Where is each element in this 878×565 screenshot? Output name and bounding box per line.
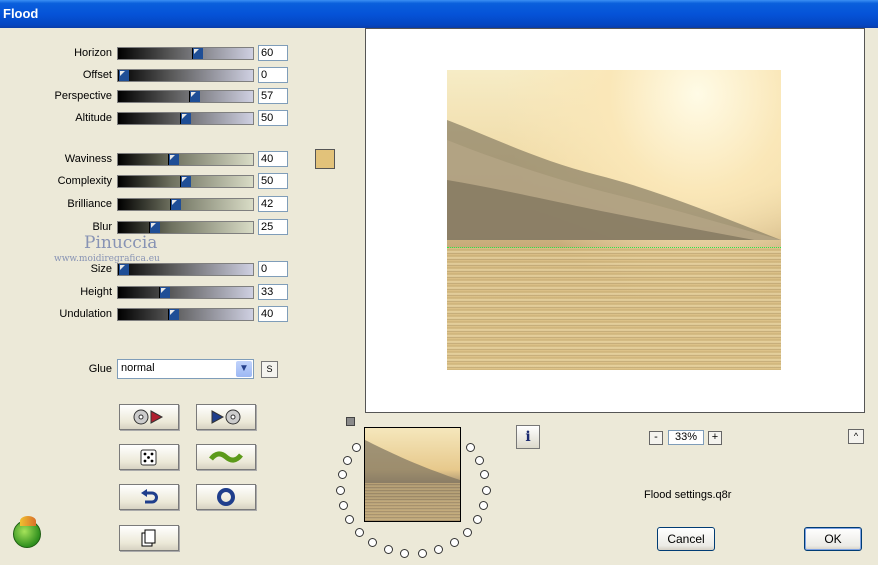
settings-filename: Flood settings.q8r — [644, 489, 732, 501]
horizon-guide[interactable] — [447, 247, 781, 248]
blur-slider-thumb[interactable] — [149, 222, 160, 233]
preset-slot[interactable] — [449, 537, 459, 547]
preset-slot[interactable] — [338, 501, 348, 511]
perspective-value-input[interactable]: 57 — [258, 88, 288, 104]
copy-button[interactable] — [119, 525, 179, 551]
chevron-down-icon[interactable]: ▼ — [236, 361, 252, 377]
altitude-slider[interactable] — [117, 112, 254, 125]
randomize-button[interactable] — [119, 444, 179, 470]
watermark-url: www.moidiregrafica.eu — [54, 254, 160, 264]
cancel-button[interactable]: Cancel — [657, 527, 715, 551]
complexity-slider-thumb[interactable] — [180, 176, 191, 187]
brilliance-slider[interactable] — [117, 198, 254, 211]
collapse-button[interactable]: ^ — [848, 429, 864, 444]
waviness-label: Waviness — [64, 153, 112, 165]
size-value-input[interactable]: 0 — [258, 261, 288, 277]
altitude-value-input[interactable]: 50 — [258, 110, 288, 126]
blur-label: Blur — [92, 221, 112, 233]
offset-label: Offset — [82, 69, 112, 81]
mountain-shape — [447, 120, 781, 240]
size-slider[interactable] — [117, 263, 254, 276]
offset-value-input[interactable]: 0 — [258, 67, 288, 83]
undulation-slider[interactable] — [117, 308, 254, 321]
preset-slot[interactable] — [368, 537, 378, 547]
undulation-value-input[interactable]: 40 — [258, 306, 288, 322]
preset-slot[interactable] — [336, 485, 346, 495]
height-slider[interactable] — [117, 286, 254, 299]
color-swatch[interactable] — [315, 149, 335, 169]
preset-slot[interactable] — [383, 544, 393, 554]
ok-button[interactable]: OK — [804, 527, 862, 551]
height-slider-thumb[interactable] — [159, 287, 170, 298]
reset-button[interactable] — [119, 484, 179, 510]
brilliance-label: Brilliance — [67, 198, 112, 210]
navigator-handle[interactable] — [346, 417, 355, 426]
waviness-value-input[interactable]: 40 — [258, 151, 288, 167]
title-bar: Flood — [0, 0, 878, 28]
complexity-value-input[interactable]: 50 — [258, 173, 288, 189]
window-title: Flood — [3, 6, 39, 21]
preset-slot[interactable] — [465, 442, 475, 452]
zoom-in-button[interactable]: + — [708, 431, 722, 445]
brilliance-slider-thumb[interactable] — [170, 199, 181, 210]
save-preset-button[interactable] — [196, 404, 256, 430]
offset-slider-thumb[interactable] — [118, 70, 129, 81]
thumbnail-water — [365, 483, 460, 521]
size-label: Size — [90, 263, 112, 275]
brilliance-value-input[interactable]: 42 — [258, 196, 288, 212]
undulation-label: Undulation — [59, 308, 112, 320]
complexity-slider[interactable] — [117, 175, 254, 188]
save-preset-icon — [211, 409, 241, 425]
height-label: Height — [80, 286, 112, 298]
glue-label: Glue — [88, 363, 112, 375]
complexity-label: Complexity — [57, 175, 112, 187]
water-reflection — [447, 248, 781, 370]
watermark-name: Pinuccia — [84, 233, 158, 253]
blur-value-input[interactable]: 25 — [258, 219, 288, 235]
preset-slot[interactable] — [474, 455, 484, 465]
height-value-input[interactable]: 33 — [258, 284, 288, 300]
glue-select[interactable]: normal ▼ — [117, 359, 254, 379]
preset-slot[interactable] — [355, 527, 365, 537]
preview-image[interactable] — [447, 70, 781, 370]
copy-icon — [141, 529, 156, 547]
info-button[interactable]: i — [516, 425, 540, 449]
wave-icon — [209, 451, 243, 463]
waviness-slider-thumb[interactable] — [168, 154, 179, 165]
open-preset-icon — [133, 409, 164, 425]
size-slider-thumb[interactable] — [118, 264, 129, 275]
s-button[interactable]: S — [261, 361, 278, 378]
stop-icon — [217, 488, 235, 506]
horizon-value-input[interactable]: 60 — [258, 45, 288, 61]
zoom-level[interactable]: 33% — [668, 430, 704, 445]
perspective-slider-thumb[interactable] — [189, 91, 200, 102]
perspective-label: Perspective — [54, 90, 112, 102]
horizon-slider-thumb[interactable] — [192, 48, 203, 59]
preset-slot[interactable] — [417, 548, 427, 558]
altitude-label: Altitude — [75, 112, 112, 124]
horizon-label: Horizon — [74, 47, 112, 59]
undulation-slider-thumb[interactable] — [168, 309, 179, 320]
navigator-thumbnail[interactable] — [364, 427, 461, 522]
preset-slot[interactable] — [343, 455, 353, 465]
randomize-dice-icon — [140, 449, 157, 466]
wave-button[interactable] — [196, 444, 256, 470]
filter-logo-icon — [13, 516, 41, 548]
zoom-out-button[interactable]: - — [649, 431, 663, 445]
open-preset-button[interactable] — [119, 404, 179, 430]
reset-icon — [141, 489, 158, 504]
stop-button[interactable] — [196, 484, 256, 510]
preset-slot[interactable] — [481, 485, 491, 495]
waviness-slider[interactable] — [117, 153, 254, 166]
perspective-slider[interactable] — [117, 90, 254, 103]
preset-slot[interactable] — [462, 527, 472, 537]
horizon-slider[interactable] — [117, 47, 254, 60]
altitude-slider-thumb[interactable] — [180, 113, 191, 124]
preset-slot[interactable] — [400, 548, 410, 558]
glue-selected-value: normal — [121, 362, 155, 374]
offset-slider[interactable] — [117, 69, 254, 82]
